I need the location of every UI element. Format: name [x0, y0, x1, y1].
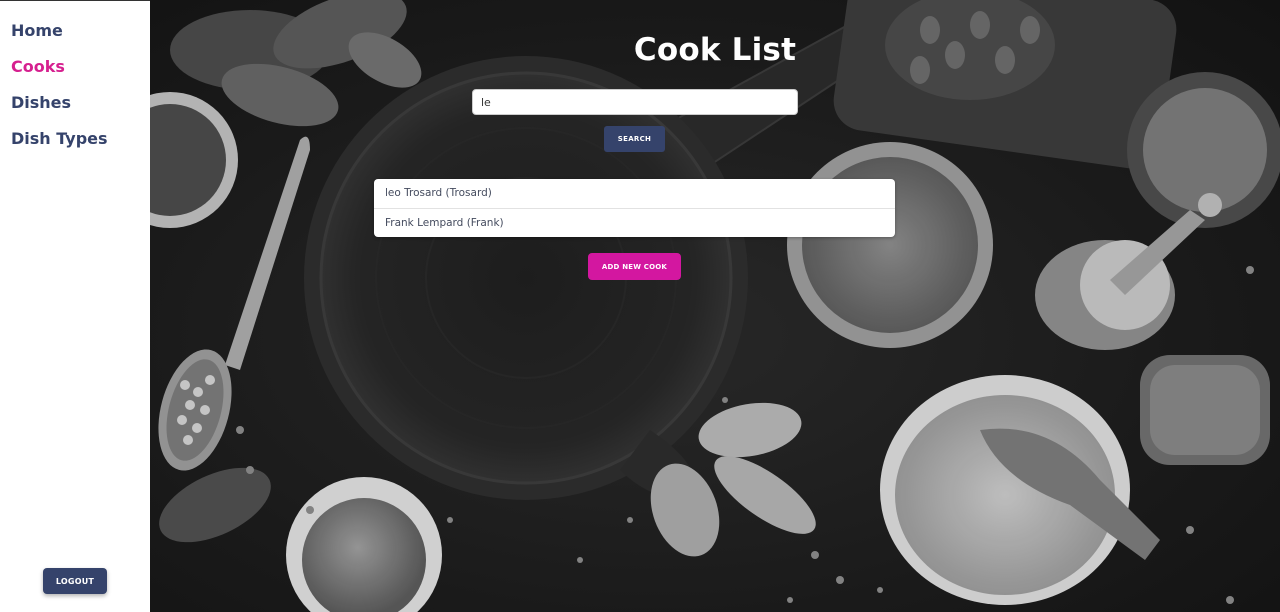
sidebar-item-cooks[interactable]: Cooks [11, 57, 65, 76]
page-title: Cook List [633, 32, 797, 68]
search-input[interactable] [472, 89, 798, 115]
cook-results-list: leo Trosard (Trosard) Frank Lempard (Fra… [374, 179, 895, 237]
search-button[interactable]: SEARCH [604, 126, 665, 152]
sidebar-item-dish-types[interactable]: Dish Types [11, 129, 108, 148]
main-content: Cook List SEARCH leo Trosard (Trosard) F… [150, 0, 1280, 612]
sidebar-item-home[interactable]: Home [11, 21, 63, 40]
list-item[interactable]: leo Trosard (Trosard) [374, 179, 895, 208]
list-item[interactable]: Frank Lempard (Frank) [374, 208, 895, 237]
logout-button[interactable]: LOGOUT [43, 568, 107, 594]
add-new-cook-button[interactable]: ADD NEW COOK [588, 253, 681, 280]
sidebar: Home Cooks Dishes Dish Types LOGOUT [0, 0, 150, 612]
sidebar-item-dishes[interactable]: Dishes [11, 93, 71, 112]
